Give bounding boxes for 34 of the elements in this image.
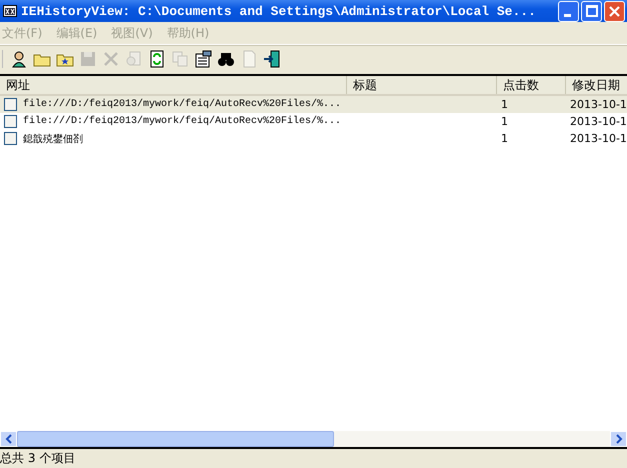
table-row[interactable]: file:///D:/feiq2013/mywork/feiq/AutoRecv%20Files/%... 1 2013-10-1 [0,96,627,113]
table-row[interactable]: 鎴戠殑鐢佃剳 1 2013-10-1 [0,130,627,147]
table-cell: 2013-10-1 [570,98,627,111]
minimize-icon [564,14,571,16]
properties-icon[interactable] [193,48,213,70]
table-cell: 2013-10-1 [570,132,627,145]
minimize-button[interactable] [558,0,579,22]
table-cell: 2013-10-1 [570,115,627,128]
checkbox[interactable] [4,115,17,128]
horizontal-scrollbar[interactable] [0,431,627,449]
table-cell: file:///D:/feiq2013/mywork/feiq/AutoRecv%20Files/%... [23,99,342,110]
scroll-right-button[interactable] [610,431,627,447]
table-cell: file:///D:/feiq2013/mywork/feiq/AutoRecv%20Files/%... [23,116,342,127]
app-icon [3,5,17,17]
column-header[interactable]: 修改日期 [566,76,627,94]
column-header[interactable]: 标题 [347,76,497,94]
table-cell: 1 [501,98,508,111]
table-cell: 1 [501,132,508,145]
window-title: IEHistoryView: C:\Documents and Settings\Administrator\Local Se... [21,4,537,18]
checkbox[interactable] [4,132,17,145]
table-cell: 1 [501,115,508,128]
table-row[interactable]: file:///D:/feiq2013/mywork/feiq/AutoRecv%20Files/%... 1 2013-10-1 [0,113,627,130]
table-cell-text: 鎴戠殑鐢佃剳 [23,132,83,146]
exit-icon[interactable] [262,48,282,70]
column-header[interactable]: 点击数 [497,76,566,94]
close-button[interactable] [604,0,625,22]
scroll-thumb[interactable] [17,431,334,447]
close-icon [609,6,620,16]
maximize-button[interactable] [581,0,602,22]
column-header[interactable]: 网址 [0,76,347,94]
status-text: 总共 3 个项目 [0,450,76,467]
maximize-icon [586,5,598,17]
checkbox[interactable] [4,98,17,111]
scroll-left-button[interactable] [0,431,17,447]
